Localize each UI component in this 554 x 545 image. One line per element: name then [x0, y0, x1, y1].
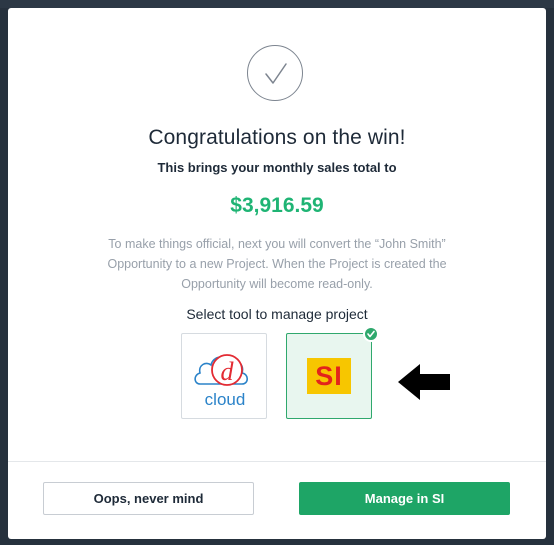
tool-option-si[interactable]: SI — [286, 326, 379, 419]
conversion-description: To make things official, next you will c… — [107, 237, 447, 291]
tool-option-dcloud[interactable]: d cloud — [181, 333, 267, 419]
success-checkmark-icon — [247, 45, 303, 101]
svg-text:cloud: cloud — [205, 390, 246, 408]
manage-in-si-button[interactable]: Manage in SI — [299, 482, 510, 515]
cancel-button[interactable]: Oops, never mind — [43, 482, 254, 515]
select-tool-label: Select tool to manage project — [186, 306, 368, 322]
sales-total-amount: $3,916.59 — [230, 194, 324, 217]
selected-check-icon — [363, 326, 379, 342]
modal-title: Congratulations on the win! — [148, 126, 406, 149]
dcloud-logo-icon: d cloud — [194, 354, 249, 408]
footer-divider — [8, 461, 546, 462]
si-logo: SI — [307, 358, 351, 394]
backdrop — [0, 0, 554, 8]
win-modal: Congratulations on the win! This brings … — [8, 8, 546, 539]
svg-text:d: d — [221, 357, 235, 386]
left-arrow-icon — [398, 364, 450, 400]
modal-subtitle: This brings your monthly sales total to — [157, 160, 397, 175]
